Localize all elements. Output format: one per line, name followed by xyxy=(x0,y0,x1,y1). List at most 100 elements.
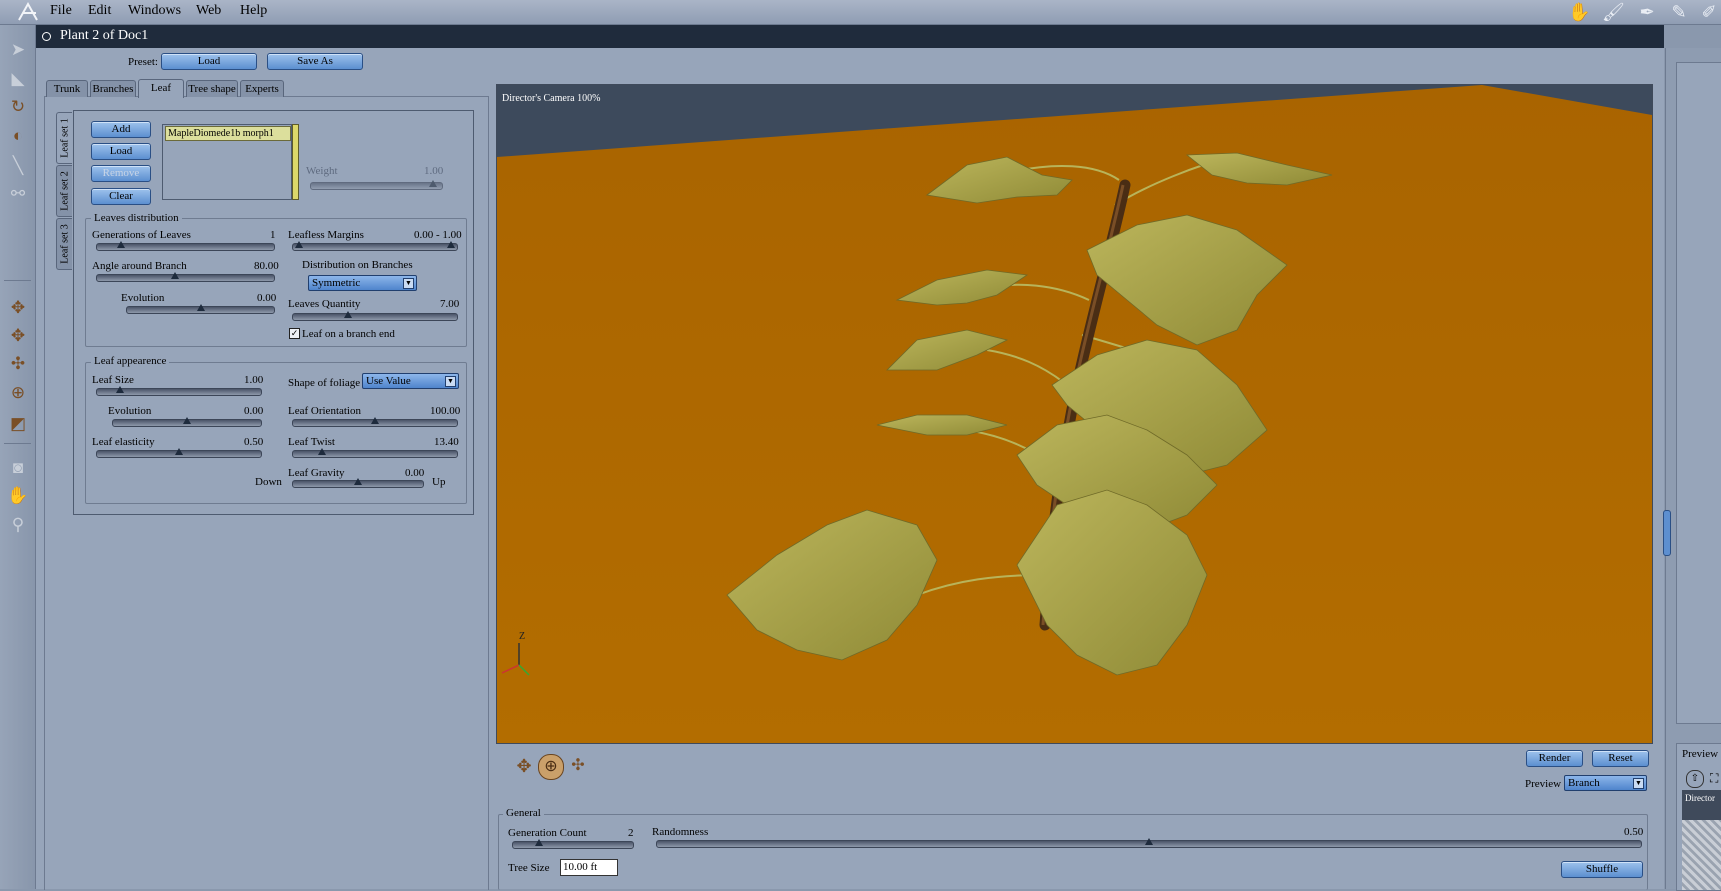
select-arrow-icon[interactable]: ➤ xyxy=(5,37,31,63)
preview-select-value: Branch xyxy=(1568,777,1600,789)
edit-icon[interactable]: ✐ xyxy=(1698,2,1720,22)
link-icon[interactable]: ⚯ xyxy=(5,181,31,207)
leaf-twist-slider-thumb[interactable] xyxy=(318,448,326,455)
shape-of-foliage-select[interactable]: Use Value ▼ xyxy=(362,373,459,389)
rotate-icon[interactable]: ⊕ xyxy=(538,754,564,780)
pencil-tool-icon[interactable]: ╲ xyxy=(5,153,31,179)
generations-slider-thumb[interactable] xyxy=(117,241,125,248)
leaf-elasticity-slider[interactable] xyxy=(96,448,262,458)
menu-edit[interactable]: Edit xyxy=(88,3,111,19)
menu-web[interactable]: Web xyxy=(196,3,221,19)
weight-slider-thumb[interactable] xyxy=(429,180,437,187)
menu-file[interactable]: File xyxy=(50,3,72,19)
leaf-size-label: Leaf Size xyxy=(92,374,134,386)
remove-leaf-button[interactable]: Remove xyxy=(91,165,151,182)
panel-collapse-handle[interactable] xyxy=(1663,510,1671,556)
angle-slider[interactable] xyxy=(96,272,275,282)
menu-windows[interactable]: Windows xyxy=(128,3,181,19)
pen-icon[interactable]: ✒ xyxy=(1636,2,1658,22)
expand-icon[interactable]: ⛶ xyxy=(1710,770,1721,786)
tab-leaf[interactable]: Leaf xyxy=(138,79,184,98)
leaf-twist-slider[interactable] xyxy=(292,448,458,458)
distribution-evolution-slider[interactable] xyxy=(126,304,275,314)
leaf-orientation-slider[interactable] xyxy=(292,417,458,427)
randomness-slider[interactable] xyxy=(656,838,1642,848)
tab-leaf-set-3[interactable]: Leaf set 3 xyxy=(56,218,72,270)
leafless-margins-min-thumb[interactable] xyxy=(295,241,303,248)
randomness-slider-thumb[interactable] xyxy=(1145,838,1153,845)
tab-experts[interactable]: Experts xyxy=(240,80,284,97)
appearance-evolution-label: Evolution xyxy=(108,405,152,417)
tab-trunk[interactable]: Trunk xyxy=(46,80,88,97)
twist-icon[interactable]: ↻ xyxy=(5,94,31,120)
leaf-size-slider-thumb[interactable] xyxy=(116,386,124,393)
reset-button[interactable]: Reset xyxy=(1592,750,1649,767)
distribution-select[interactable]: Symmetric ▼ xyxy=(308,275,417,291)
3d-viewport[interactable]: Director's Camera 100% Z xyxy=(496,84,1653,744)
clear-leaf-button[interactable]: Clear xyxy=(91,188,151,205)
tab-tree-shape[interactable]: Tree shape xyxy=(186,80,238,97)
leafless-margins-value: 0.00 - 1.00 xyxy=(414,229,462,241)
brush-icon[interactable]: 🖌 xyxy=(1602,2,1625,22)
leaves-quantity-slider[interactable] xyxy=(292,311,458,321)
weight-slider[interactable] xyxy=(310,180,443,190)
navigate-icon[interactable]: ⇧ xyxy=(1686,770,1704,788)
leaf-gravity-slider-thumb[interactable] xyxy=(354,478,362,485)
magnet-icon[interactable]: ◐ xyxy=(5,123,31,149)
appearance-evolution-slider[interactable] xyxy=(112,417,262,427)
weight-value: 1.00 xyxy=(424,165,444,177)
select-face-icon[interactable]: ◣ xyxy=(5,66,31,92)
app-logo-icon[interactable] xyxy=(16,1,40,23)
branch-end-checkbox[interactable]: ✓ xyxy=(289,328,300,339)
leafless-margins-slider[interactable] xyxy=(292,241,458,251)
move-xy-icon[interactable]: ✥ xyxy=(512,754,536,778)
scale-tool-icon[interactable]: ◩ xyxy=(5,411,31,437)
distribution-evolution-value: 0.00 xyxy=(257,292,277,304)
move-xz-icon[interactable]: ✣ xyxy=(566,754,590,778)
move-xy-tool-icon[interactable]: ✥ xyxy=(5,295,31,321)
preset-load-button[interactable]: Load xyxy=(161,53,257,70)
tab-leaf-set-2[interactable]: Leaf set 2 xyxy=(56,165,72,217)
shuffle-button[interactable]: Shuffle xyxy=(1561,861,1643,878)
leaf-orientation-slider-thumb[interactable] xyxy=(371,417,379,424)
angle-slider-thumb[interactable] xyxy=(171,272,179,279)
leaves-quantity-slider-thumb[interactable] xyxy=(344,311,352,318)
generation-count-value: 2 xyxy=(628,827,634,839)
chevron-down-icon: ▼ xyxy=(445,376,456,387)
close-icon[interactable] xyxy=(42,32,51,41)
leaf-twist-label: Leaf Twist xyxy=(288,436,335,448)
distribution-evolution-slider-thumb[interactable] xyxy=(197,304,205,311)
move-xz-tool-icon[interactable]: ✣ xyxy=(5,351,31,377)
preview-select[interactable]: Branch ▼ xyxy=(1564,775,1647,791)
move-z-tool-icon[interactable]: ✥ xyxy=(5,323,31,349)
camera-icon[interactable]: ◙ xyxy=(5,455,31,481)
generation-count-slider-thumb[interactable] xyxy=(535,839,543,846)
tree-size-label: Tree Size xyxy=(508,862,550,874)
pan-hand-icon[interactable]: ✋ xyxy=(5,483,31,509)
load-leaf-button[interactable]: Load xyxy=(91,143,151,160)
leaf-gravity-value: 0.00 xyxy=(405,467,425,479)
pencil-icon[interactable]: ✎ xyxy=(1668,2,1690,22)
tree-size-input[interactable]: 10.00 ft xyxy=(560,859,618,876)
mini-preview[interactable]: Director xyxy=(1682,790,1721,890)
tab-leaf-set-1[interactable]: Leaf set 1 xyxy=(56,112,72,164)
menu-help[interactable]: Help xyxy=(240,3,267,19)
preset-save-as-button[interactable]: Save As xyxy=(267,53,363,70)
generation-count-slider[interactable] xyxy=(512,839,634,849)
appearance-evolution-slider-thumb[interactable] xyxy=(183,417,191,424)
leaf-gravity-slider[interactable] xyxy=(292,478,424,488)
leaf-list-scrollbar[interactable] xyxy=(292,124,299,200)
tab-branches[interactable]: Branches xyxy=(90,80,136,97)
leaf-list-item[interactable]: MapleDiomede1b morph1 xyxy=(165,126,291,141)
leaf-list[interactable]: MapleDiomede1b morph1 xyxy=(162,124,292,200)
hand-icon[interactable]: ✋ xyxy=(1568,2,1590,22)
rotate-tool-icon[interactable]: ⊕ xyxy=(5,380,31,406)
leafless-margins-max-thumb[interactable] xyxy=(447,241,455,248)
leaves-distribution-title: Leaves distribution xyxy=(91,212,182,224)
generations-slider[interactable] xyxy=(96,241,275,251)
render-button[interactable]: Render xyxy=(1526,750,1583,767)
leaf-size-slider[interactable] xyxy=(96,386,262,396)
add-leaf-button[interactable]: Add xyxy=(91,121,151,138)
zoom-icon[interactable]: ⚲ xyxy=(5,512,31,538)
leaf-elasticity-slider-thumb[interactable] xyxy=(175,448,183,455)
